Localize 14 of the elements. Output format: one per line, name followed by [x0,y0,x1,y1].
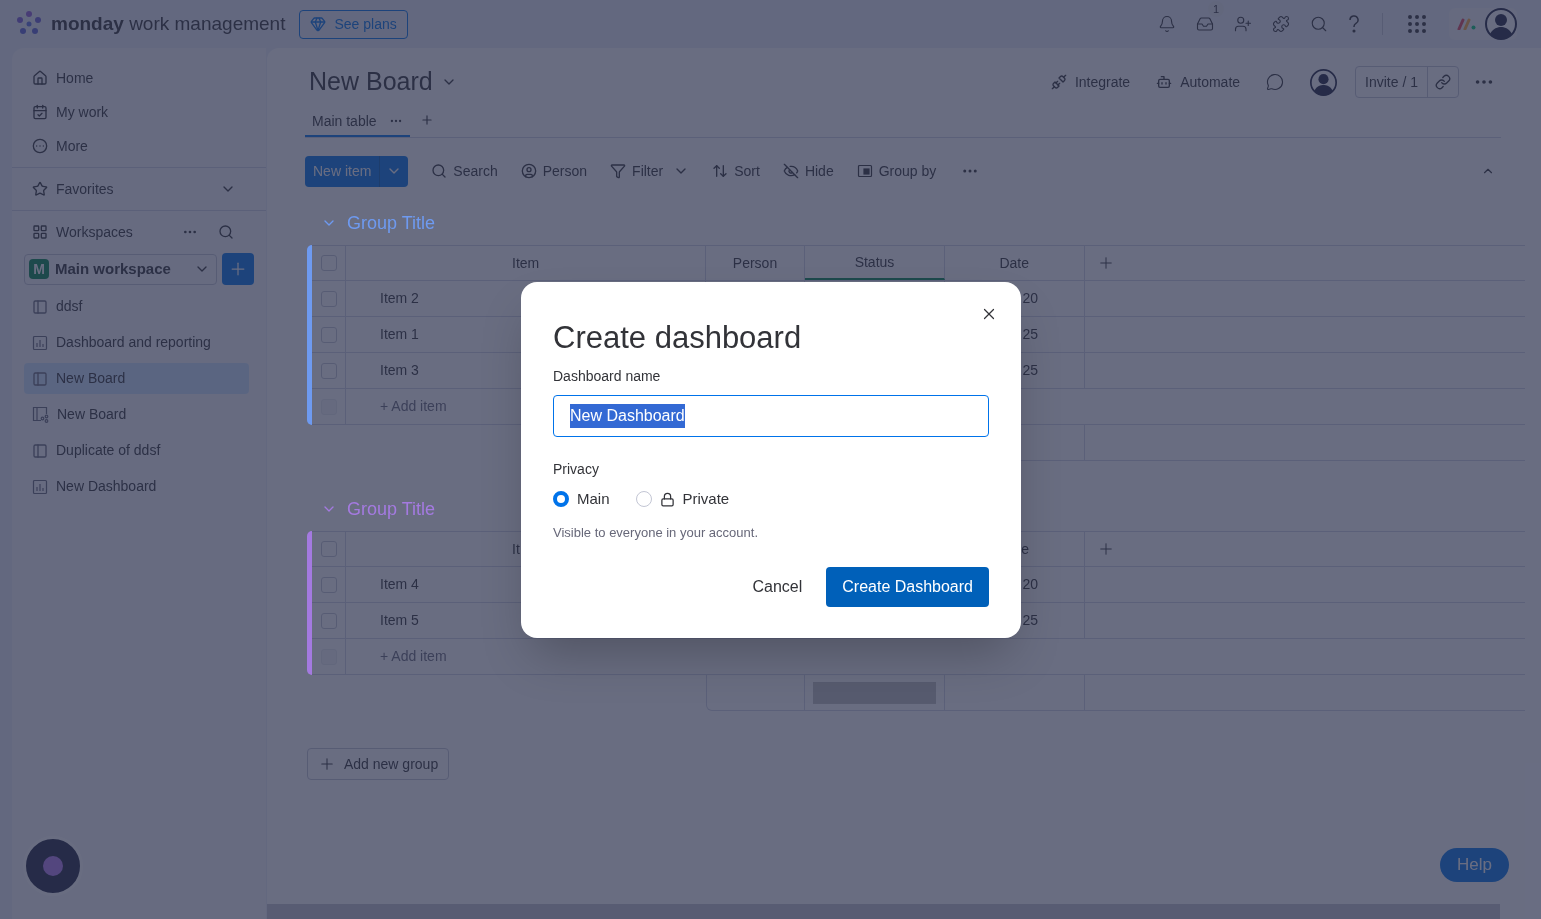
radio-button[interactable] [553,491,569,508]
group-title[interactable]: Group Title [347,495,436,523]
privacy-radio[interactable]: Private [635,488,730,511]
cancel-button[interactable]: Cancel [752,575,803,599]
group-title[interactable]: Group Title [347,209,436,237]
field-label: Privacy [553,460,600,479]
privacy-hint: Visible to everyone in your account. [553,523,759,542]
section-label: Workspaces [56,222,134,242]
field-label: Dashboard name [553,367,662,386]
create-dashboard-button[interactable]: Create Dashboard [826,567,989,607]
logo-wordmark: monday work management [51,11,286,36]
privacy-radio[interactable]: Main [553,488,610,511]
input-field[interactable]: New Dashboard [553,395,989,437]
lock-icon [659,491,675,507]
